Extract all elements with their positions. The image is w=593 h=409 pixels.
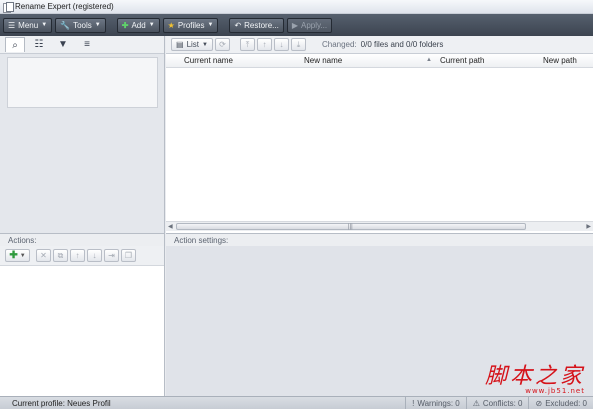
plus-icon: ✚ [9,250,18,261]
excluded-icon: ⊘ [535,398,543,408]
menu-button[interactable]: ☰ Menu ▼ [3,17,53,33]
title-bar: Rename Expert (registered) [0,0,593,14]
delete-icon: ✕ [40,251,47,260]
move-down-button[interactable]: ↓ [273,38,289,51]
arrow-bottom-icon: ⤓ [296,39,301,49]
duplicate-icon: ⧉ [57,250,64,260]
tools-button[interactable]: 🔧 Tools ▼ [55,17,106,33]
watermark: 脚本之家 www.jb51.net [485,358,585,395]
view-mode-dropdown[interactable]: ▤ List ▼ [171,38,213,51]
toggle-action-button[interactable]: ⇥ [104,249,119,262]
arrow-up-icon: ↑ [75,251,80,260]
search-results-box[interactable] [7,57,158,108]
chevron-down-icon: ▼ [202,41,208,48]
arrow-top-icon: ⤒ [245,39,250,49]
conflicts-status[interactable]: ⚠ Conflicts: 0 [465,397,529,409]
chevron-down-icon: ▼ [148,22,155,28]
main-toolbar: ☰ Menu ▼ 🔧 Tools ▼ ✚ Add ▼ ★ Profiles ▼ … [0,14,593,36]
status-bar: Current profile: Neues Profil ! Warnings… [0,396,593,409]
add-button[interactable]: ✚ Add ▼ [116,17,160,33]
chevron-down-icon: ▼ [94,22,101,28]
file-list-pane: ▤ List ▼ ⟳ ⤒ ↑ ↓ ⤓ Changed: 0/0 files an… [166,36,593,233]
actions-pane: ✚ ▼ ✕ ⧉ ↑ ↓ ⇥ ❐ [0,246,165,396]
restore-button[interactable]: ↶ Restore... [229,17,284,33]
move-top-button[interactable]: ⤒ [239,38,255,51]
scroll-left-icon[interactable]: ◀ [168,223,173,230]
delete-action-button[interactable]: ✕ [36,249,51,262]
column-current-name[interactable]: Current name [184,56,233,65]
list-icon: ≡ [84,39,90,50]
column-new-path[interactable]: New path [543,56,577,65]
column-new-name[interactable]: New name [304,56,342,65]
chevron-down-icon: ▼ [207,22,214,28]
arrow-down-icon: ↓ [92,251,97,260]
filter-icon: ▼ [58,39,68,50]
warning-icon: ! [412,398,415,408]
column-current-path[interactable]: Current path [440,56,484,65]
action-down-button[interactable]: ↓ [87,249,102,262]
arrow-up-icon: ↑ [262,40,267,49]
add-action-button[interactable]: ✚ ▼ [5,249,30,262]
toggle-icon: ⇥ [108,251,115,260]
play-icon: ▶ [291,20,298,30]
tab-tree[interactable]: ☷ [29,37,49,52]
excluded-status[interactable]: ⊘ Excluded: 0 [528,397,593,409]
conflict-icon: ⚠ [472,398,480,408]
duplicate-action-button[interactable]: ⧉ [53,249,68,262]
apply-button[interactable]: ▶ Apply... [286,17,333,33]
file-list-header: Current name New name ▲ Current path New… [166,54,593,68]
refresh-icon: ⟳ [219,40,226,49]
tab-search[interactable]: ⌕ [5,37,25,52]
copy-action-button[interactable]: ❐ [121,249,136,262]
move-up-button[interactable]: ↑ [256,38,272,51]
hamburger-icon: ☰ [8,20,16,30]
actions-header: Actions: [0,233,165,246]
tab-list[interactable]: ≡ [77,37,97,52]
window-title: Rename Expert (registered) [15,2,114,11]
app-icon [3,2,14,13]
file-list-toolbar: ▤ List ▼ ⟳ ⤒ ↑ ↓ ⤓ Changed: 0/0 files an… [166,36,593,54]
sort-ascending-icon: ▲ [426,57,432,63]
action-up-button[interactable]: ↑ [70,249,85,262]
wrench-icon: 🔧 [60,20,71,30]
horizontal-scrollbar[interactable]: ◀ ||| ▶ [166,221,593,231]
chevron-down-icon: ▼ [19,252,26,259]
profiles-button[interactable]: ★ Profiles ▼ [162,17,219,33]
move-bottom-button[interactable]: ⤓ [290,38,306,51]
chevron-down-icon: ▼ [41,22,48,28]
current-profile: Current profile: Neues Profil [12,398,111,408]
search-icon: ⌕ [12,39,18,51]
star-icon: ★ [167,20,175,30]
plus-icon: ✚ [121,20,129,30]
left-pane-tabs: ⌕ ☷ ▼ ≡ [0,36,164,54]
arrow-down-icon: ↓ [279,40,284,49]
refresh-button[interactable]: ⟳ [214,38,230,51]
action-settings-header: Action settings: [166,233,593,246]
watermark-chinese: 脚本之家 [484,364,585,389]
warnings-status[interactable]: ! Warnings: 0 [405,397,466,409]
tree-icon: ☷ [34,39,44,50]
actions-toolbar: ✚ ▼ ✕ ⧉ ↑ ↓ ⇥ ❐ [0,246,164,266]
changed-count: 0/0 files and 0/0 folders [360,40,444,49]
scrollbar-thumb[interactable]: ||| [176,223,526,230]
tab-filter[interactable]: ▼ [53,37,73,52]
copy-icon: ❐ [124,251,133,260]
left-pane: ⌕ ☷ ▼ ≡ [0,36,165,233]
undo-icon: ↶ [234,20,242,30]
grip-icon: ||| [348,224,353,230]
scroll-right-icon[interactable]: ▶ [586,223,591,230]
changed-label: Changed: [321,40,357,49]
list-view-icon: ▤ [176,40,184,49]
